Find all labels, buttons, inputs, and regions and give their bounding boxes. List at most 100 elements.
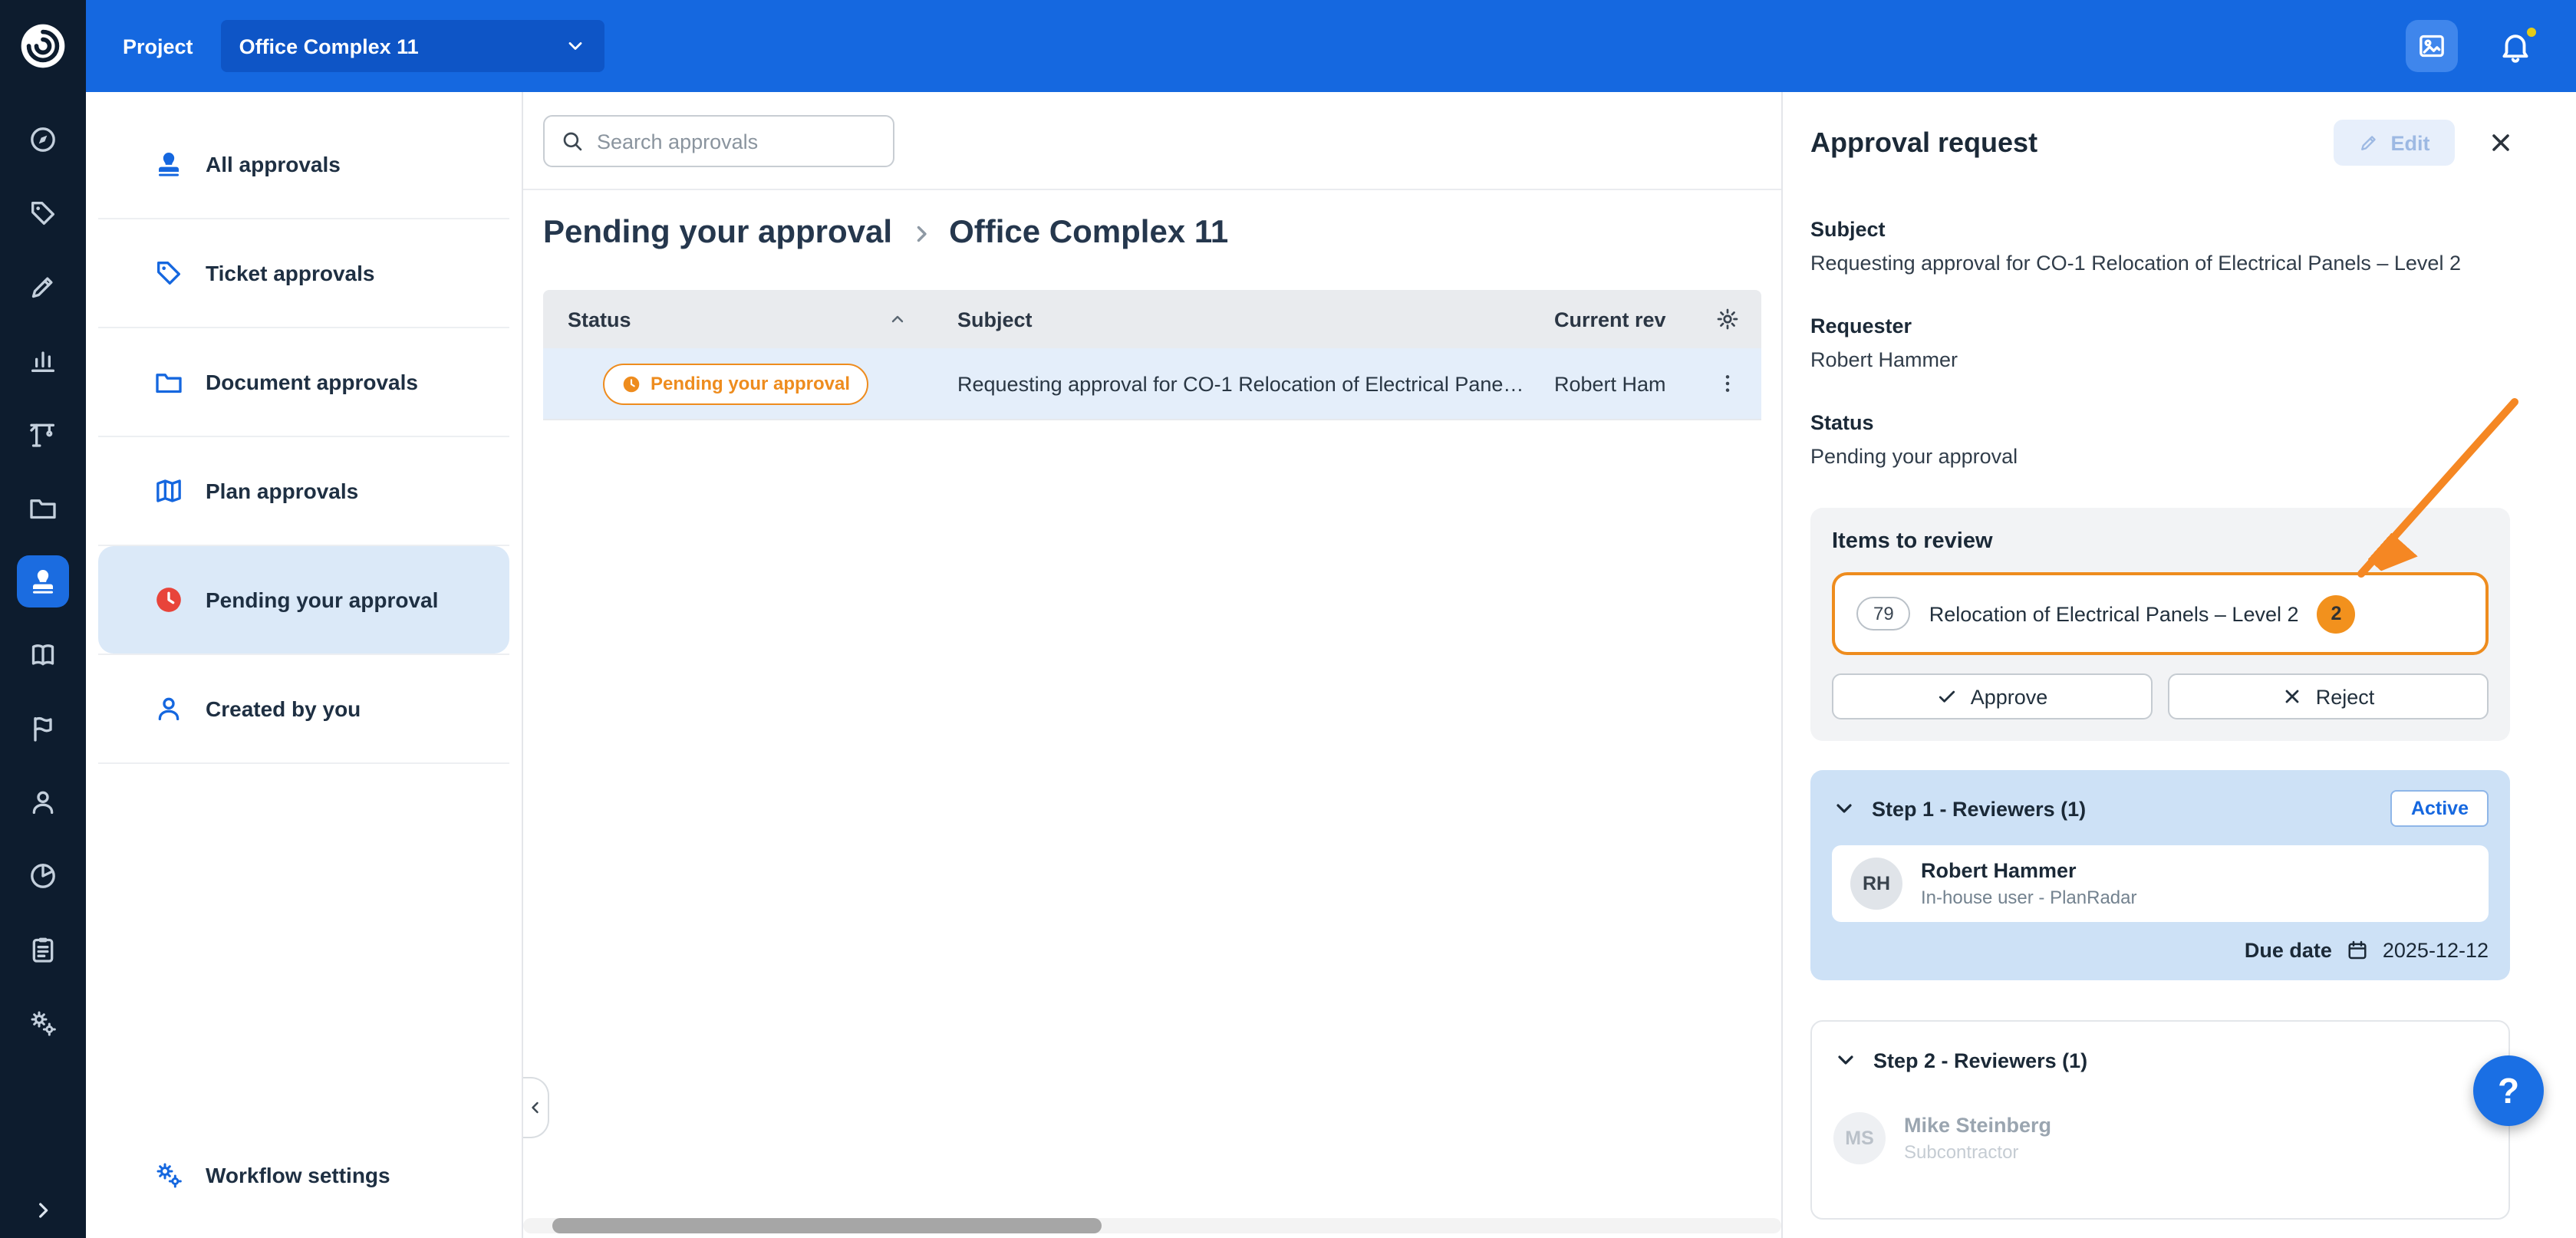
horizontal-scrollbar-track[interactable]	[523, 1218, 1781, 1233]
row-status-cell: Pending your approval	[543, 363, 922, 404]
image-icon	[2416, 31, 2447, 61]
sidebar-item-pending-your-approval[interactable]: Pending your approval	[98, 546, 509, 654]
planradar-logo-icon	[17, 20, 69, 72]
step-1-title: Step 1 - Reviewers (1)	[1872, 797, 2086, 820]
rail-item-tags[interactable]	[17, 187, 69, 239]
breadcrumb-level1[interactable]: Pending your approval	[543, 215, 892, 252]
reviewer-role: Subcontractor	[1904, 1141, 2051, 1163]
table-row[interactable]: Pending your approval Requesting approva…	[543, 348, 1761, 420]
table-header: Status Subject Current rev	[543, 290, 1761, 348]
sidebar-item-workflow-settings[interactable]: Workflow settings	[98, 1134, 509, 1217]
person-icon	[28, 787, 58, 818]
siteview-shortcut-button[interactable]	[2406, 20, 2458, 72]
approvals-sidebar: All approvals Ticket approvals Document …	[86, 92, 523, 1238]
step-2-header[interactable]: Step 2 - Reviewers (1)	[1833, 1040, 2487, 1080]
reviewer-info: Robert Hammer In-house user - PlanRadar	[1921, 859, 2137, 908]
search-approvals-box	[543, 115, 894, 167]
review-item-card[interactable]: 79 Relocation of Electrical Panels – Lev…	[1832, 572, 2489, 655]
rail-item-reports[interactable]	[17, 850, 69, 902]
help-button[interactable]: ?	[2473, 1055, 2544, 1126]
horizontal-scrollbar-thumb[interactable]	[552, 1218, 1102, 1233]
chevron-right-icon	[31, 1198, 55, 1223]
avatar: MS	[1833, 1112, 1886, 1164]
notifications-button[interactable]	[2498, 28, 2533, 64]
rail-item-library[interactable]	[17, 629, 69, 681]
sidebar-item-label: Document approvals	[206, 370, 418, 394]
avatar: RH	[1850, 858, 1902, 910]
rail-item-forms[interactable]	[17, 924, 69, 976]
sidebar-collapse-button[interactable]	[523, 1077, 549, 1138]
gear-icon	[1715, 307, 1740, 331]
due-date-value: 2025-12-12	[2383, 939, 2489, 962]
rail-item-statistics[interactable]	[17, 334, 69, 387]
sidebar-item-ticket-approvals[interactable]: Ticket approvals	[98, 219, 509, 327]
rail-item-settings[interactable]	[17, 997, 69, 1049]
close-panel-button[interactable]	[2487, 129, 2515, 156]
chevron-down-icon	[565, 35, 586, 57]
gears-icon	[153, 1160, 184, 1190]
clock-icon	[621, 374, 641, 393]
sidebar-item-document-approvals[interactable]: Document approvals	[98, 328, 509, 436]
sidebar-item-label: Plan approvals	[206, 479, 358, 503]
topbar-actions	[2406, 20, 2576, 72]
kebab-menu-icon	[1715, 371, 1740, 396]
map-icon	[153, 476, 184, 506]
item-label: Relocation of Electrical Panels – Level …	[1929, 602, 2299, 625]
reject-button[interactable]: Reject	[2168, 673, 2489, 719]
row-subject-cell: Requesting approval for CO-1 Relocation …	[922, 372, 1525, 395]
book-icon	[28, 640, 58, 670]
rail-item-contacts[interactable]	[17, 776, 69, 828]
topbar: Project Office Complex 11	[0, 0, 2576, 92]
rail-item-approvals[interactable]	[17, 555, 69, 607]
review-actions: Approve Reject	[1832, 673, 2489, 719]
rail-item-documents[interactable]	[17, 482, 69, 534]
column-header-current-reviewer[interactable]: Current rev	[1525, 308, 1694, 331]
chevron-down-icon	[1832, 796, 1856, 821]
edit-button[interactable]: Edit	[2334, 120, 2455, 166]
step-1-header[interactable]: Step 1 - Reviewers (1) Active	[1832, 789, 2489, 828]
column-header-status[interactable]: Status	[543, 308, 922, 331]
row-actions-button[interactable]	[1694, 371, 1761, 396]
sidebar-item-label: Created by you	[206, 696, 361, 721]
step-1-card: Step 1 - Reviewers (1) Active RH Robert …	[1810, 770, 2510, 980]
sidebar-item-plan-approvals[interactable]: Plan approvals	[98, 437, 509, 545]
person-icon	[153, 693, 184, 724]
rail-expand-button[interactable]	[0, 1198, 86, 1223]
project-select-dropdown[interactable]: Office Complex 11	[221, 20, 604, 72]
rail-item-flags[interactable]	[17, 703, 69, 755]
item-count-badge: 2	[2317, 594, 2356, 633]
approvals-table: Status Subject Current rev Pending y	[543, 290, 1761, 420]
clipboard-icon	[28, 934, 58, 965]
sidebar-item-label: Pending your approval	[206, 588, 438, 612]
approve-button[interactable]: Approve	[1832, 673, 2153, 719]
column-header-subject[interactable]: Subject	[922, 308, 1525, 331]
reject-button-label: Reject	[2316, 685, 2375, 708]
breadcrumb-level2: Office Complex 11	[949, 215, 1228, 252]
search-input[interactable]	[597, 130, 878, 153]
approval-stamp-icon	[153, 149, 184, 179]
items-to-review-title: Items to review	[1832, 529, 2489, 554]
rail-item-overview[interactable]	[17, 114, 69, 166]
nav-rail	[0, 92, 86, 1238]
sidebar-item-created-by-you[interactable]: Created by you	[98, 655, 509, 762]
sidebar-item-all-approvals[interactable]: All approvals	[98, 110, 509, 218]
rail-item-site[interactable]	[17, 408, 69, 460]
column-settings-button[interactable]	[1694, 307, 1761, 331]
item-number-badge: 79	[1856, 597, 1911, 631]
project-label: Project	[123, 35, 193, 58]
requester-label: Requester	[1810, 314, 2510, 337]
sort-ascending-icon[interactable]	[888, 310, 907, 328]
clock-icon	[153, 584, 184, 615]
rail-item-tickets[interactable]	[17, 261, 69, 313]
app-window: Project Office Complex 11	[0, 0, 2576, 1238]
tag-icon	[28, 198, 58, 229]
planradar-logo[interactable]	[0, 0, 86, 92]
due-date-row: Due date 2025-12-12	[1832, 939, 2489, 962]
status-badge: Pending your approval	[603, 363, 868, 404]
subject-value: Requesting approval for CO-1 Relocation …	[1810, 252, 2510, 275]
flag-icon	[28, 713, 58, 744]
column-header-label: Current rev	[1554, 308, 1666, 331]
pie-chart-icon	[28, 861, 58, 891]
step-status-badge: Active	[2391, 790, 2489, 827]
divider	[523, 189, 1781, 190]
